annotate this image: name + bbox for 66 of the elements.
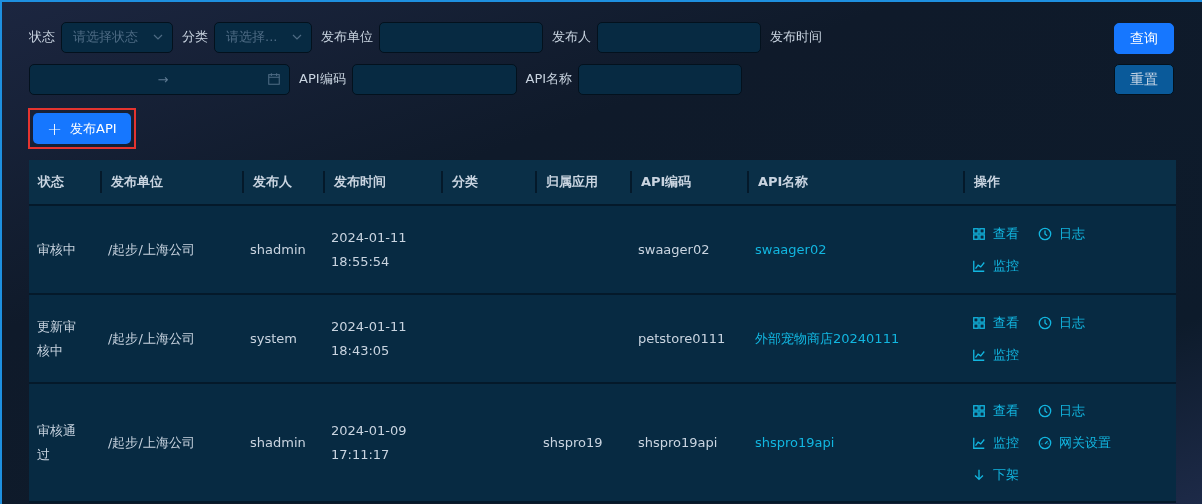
column-header: 状态 [36,173,65,191]
filter-label: API名称 [525,70,573,88]
column-header: 发布时间 [323,171,441,193]
line-chart-icon [972,347,986,362]
column-header: 分类 [441,171,535,193]
clock-icon [1038,315,1052,330]
filter-label: 分类 [182,28,208,46]
input-field[interactable] [578,63,743,95]
gauge-icon [1038,435,1052,450]
filter-label: API编码 [299,70,346,88]
table-cell-text: /起步/上海公司 [107,433,196,452]
table-cell-text: shadmin [249,240,307,259]
table-cell-text: 2024-01-11 18:43:05 [330,317,408,360]
table-cell-text: shspro19 [542,433,604,452]
column-header: 操作 [963,171,1176,193]
action-link[interactable]: 日志 [1038,310,1176,335]
grid-icon [972,403,986,418]
query-button[interactable]: 查询 [1114,23,1174,54]
table-cell-text: 2024-01-11 18:55:54 [330,228,408,271]
action-link[interactable]: 日志 [1038,398,1176,423]
table-cell-text: 审核中 [37,240,77,259]
api-name-link[interactable]: swaager02 [747,237,963,262]
filter-label: 发布时间 [770,28,822,46]
table-cell-text: 审核通过 [37,421,77,464]
filter-label: 发布人 [552,28,591,46]
grid-icon [972,315,986,330]
input-field[interactable] [379,21,543,53]
table-cell-text: 更新审核中 [37,317,77,360]
action-link[interactable]: 查看 [972,221,1038,246]
action-link[interactable]: 网关设置 [1038,430,1176,455]
input-field[interactable] [597,21,761,53]
reset-button[interactable]: 重置 [1114,64,1174,95]
table-cell-text: shspro19api [637,433,719,452]
column-header: 发布单位 [100,171,242,193]
table-cell-text: shadmin [249,433,307,452]
api-name-link[interactable]: shspro19api [747,430,963,455]
table-cell-text: petstore0111 [637,329,727,348]
action-link[interactable]: 监控 [972,430,1038,455]
calendar-icon [267,72,281,86]
line-chart-icon [972,435,986,450]
arrow-down-icon [972,467,986,482]
date-range-field[interactable]: → [29,63,290,95]
column-header: 发布人 [242,171,323,193]
clock-icon [1038,403,1052,418]
line-chart-icon [972,258,986,273]
column-header: 归属应用 [535,171,630,193]
action-link[interactable]: 监控 [972,253,1038,278]
action-link[interactable]: 日志 [1038,221,1176,246]
grid-icon [972,226,986,241]
table-cell-text: /起步/上海公司 [107,240,196,259]
table-cell-text: swaager02 [637,240,711,259]
column-header: API名称 [747,171,963,193]
table-cell-text: 2024-01-09 17:11:17 [330,421,408,464]
filter-label: 状态 [29,28,55,46]
publish-api-button[interactable]: + 发布API [33,113,131,144]
input-field[interactable] [351,63,517,95]
action-link[interactable]: 监控 [972,342,1038,367]
action-link[interactable]: 查看 [972,398,1038,423]
clock-icon [1038,226,1052,241]
action-link[interactable]: 查看 [972,310,1038,335]
api-name-link[interactable]: 外部宠物商店20240111 [747,326,963,351]
filter-label: 发布单位 [321,28,373,46]
table-cell-text: /起步/上海公司 [107,329,196,348]
table-cell-text: system [249,329,298,348]
column-header: API编码 [630,171,747,193]
action-link[interactable]: 下架 [972,462,1038,487]
